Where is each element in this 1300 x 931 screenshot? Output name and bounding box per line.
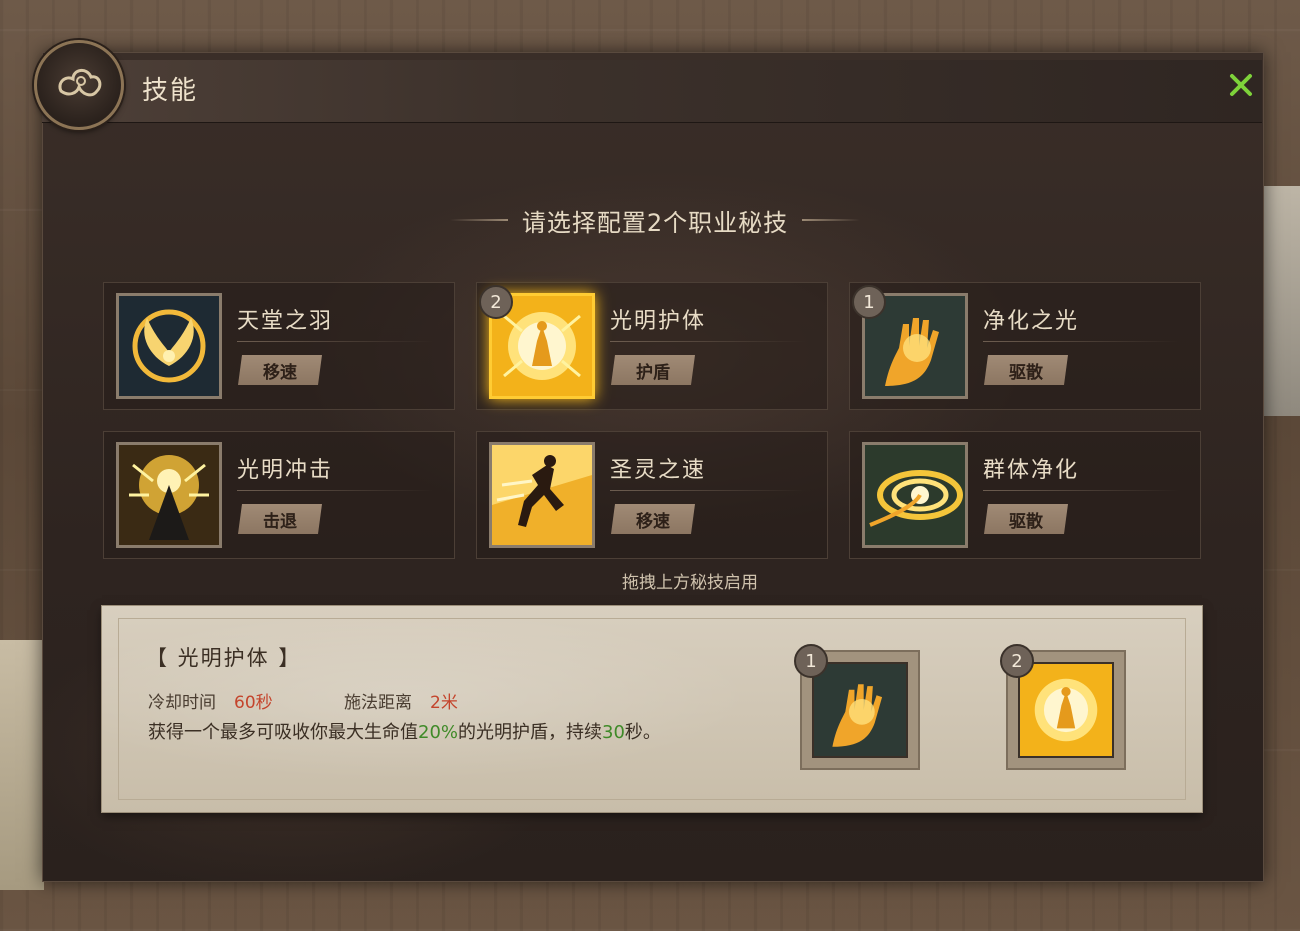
background-paper [1262, 186, 1300, 416]
order-badge: 2 [479, 285, 513, 319]
detail-title: 【 光明护体 】 [146, 646, 302, 670]
skill-card-shenglingzhisu[interactable]: 圣灵之速 移速 [476, 431, 828, 559]
desc-text: 秒。 [624, 722, 661, 743]
light-vortex-icon[interactable] [862, 442, 968, 548]
holy-burst-icon[interactable] [116, 442, 222, 548]
skill-name: 天堂之羽 [237, 309, 334, 334]
range-label: 施法距离 [344, 693, 412, 713]
equipped-slot-1[interactable]: 1 [794, 644, 920, 770]
order-badge: 1 [794, 644, 828, 678]
drag-hint: 拖拽上方秘技启用 [622, 573, 758, 593]
skill-name: 光明冲击 [237, 458, 334, 483]
desc-text: 的光明护盾，持续 [458, 722, 603, 743]
skill-tag: 护盾 [611, 355, 695, 385]
glowing-hand-icon[interactable] [812, 662, 908, 758]
section-heading: 请选择配置2个职业秘技 [410, 202, 900, 238]
desc-highlight: 30 [602, 722, 625, 743]
skill-card-guangminghuti[interactable]: 2 光明护体 护盾 [476, 282, 828, 410]
skill-divider [610, 341, 806, 342]
skill-divider [983, 490, 1179, 491]
skill-divider [237, 490, 433, 491]
close-icon[interactable] [1224, 68, 1258, 102]
skill-tag: 击退 [238, 504, 322, 534]
equipped-slot-2[interactable]: 2 [1000, 644, 1126, 770]
heading-divider-right [802, 219, 861, 221]
desc-highlight: 20% [418, 722, 459, 743]
golden-wings-icon[interactable] [116, 293, 222, 399]
range-value: 2米 [430, 693, 458, 713]
heading-text: 请选择配置2个职业秘技 [521, 208, 789, 237]
cooldown-label: 冷却时间 [148, 693, 216, 713]
heading-divider-left [449, 219, 508, 221]
skill-name: 圣灵之速 [610, 458, 707, 483]
skill-divider [237, 341, 433, 342]
skill-name: 光明护体 [610, 309, 707, 334]
cooldown-value: 60秒 [234, 693, 273, 713]
skill-tag: 驱散 [984, 355, 1068, 385]
cloud-emblem-icon [34, 40, 124, 130]
skill-name: 群体净化 [983, 458, 1080, 483]
background-map [0, 640, 44, 890]
window-title: 技能 [142, 76, 199, 106]
skill-description: 获得一个最多可吸收你最大生命值20%的光明护盾，持续30秒。 [148, 720, 748, 746]
cooldown-stat: 冷却时间 60秒 [148, 688, 273, 713]
skill-card-quntijinghua[interactable]: 群体净化 驱散 [849, 431, 1201, 559]
running-warrior-icon[interactable] [489, 442, 595, 548]
title-bar [42, 60, 1262, 123]
desc-text: 获得一个最多可吸收你最大生命值 [148, 722, 418, 743]
skill-card-guangmingchongji[interactable]: 光明冲击 击退 [103, 431, 455, 559]
skill-tag: 移速 [611, 504, 695, 534]
order-badge: 1 [852, 285, 886, 319]
order-badge: 2 [1000, 644, 1034, 678]
skill-card-tiantangzhiyu[interactable]: 天堂之羽 移速 [103, 282, 455, 410]
range-stat: 施法距离 2米 [344, 688, 458, 713]
skill-tag: 移速 [238, 355, 322, 385]
skill-divider [610, 490, 806, 491]
holy-shield-icon[interactable] [1018, 662, 1114, 758]
skill-tag: 驱散 [984, 504, 1068, 534]
skill-detail-panel: 【 光明护体 】 冷却时间 60秒 施法距离 2米 获得一个最多可吸收你最大生命值2… [102, 606, 1202, 812]
skill-card-jinghuazhiguang[interactable]: 1 净化之光 驱散 [849, 282, 1201, 410]
skill-name: 净化之光 [983, 309, 1080, 334]
skill-divider [983, 341, 1179, 342]
